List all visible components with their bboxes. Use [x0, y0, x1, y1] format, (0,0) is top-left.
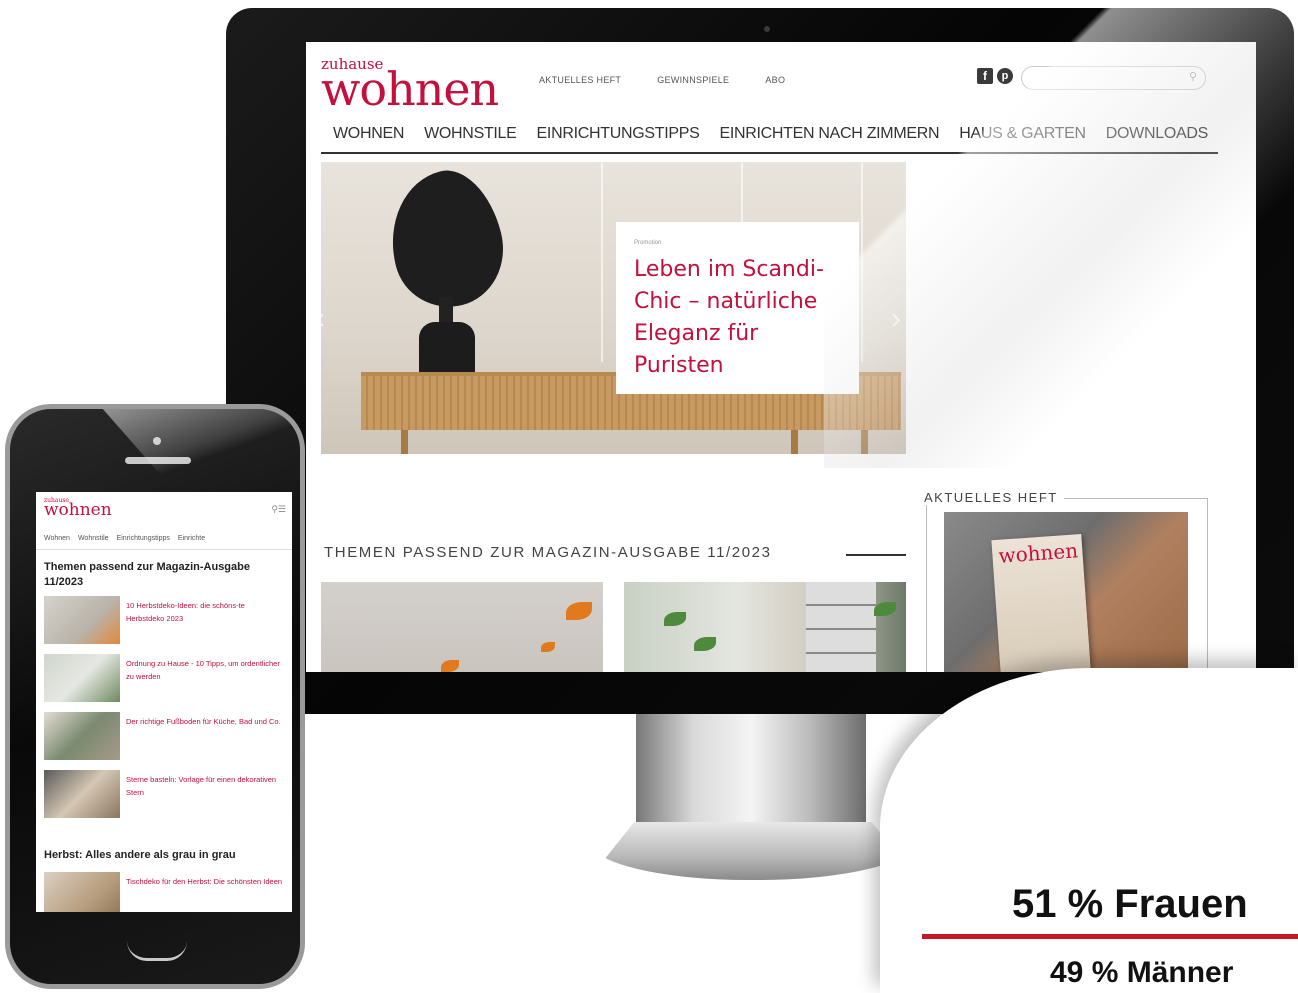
mobile-phone: zuhause wohnen ⚲☰ Wohnen Wohnstile Einri…: [5, 404, 305, 989]
slider-next-icon[interactable]: ›: [891, 302, 901, 336]
social-links: f p: [977, 68, 1013, 84]
pinterest-icon[interactable]: p: [997, 68, 1013, 84]
list-item[interactable]: Der richtige Fußboden für Küche, Bad und…: [44, 712, 284, 764]
sideboard-leg: [401, 430, 408, 454]
wall-panel: [861, 162, 863, 362]
list-item-thumbnail: [44, 712, 120, 760]
wall-panel: [601, 162, 603, 362]
leaf-decoration: [566, 602, 592, 620]
aktuelles-heft-label: AKTUELLES HEFT: [924, 490, 1064, 505]
list-item-thumbnail: [44, 654, 120, 702]
nav-item-wohnstile[interactable]: WOHNSTILE: [424, 120, 517, 152]
monitor-stand: [636, 714, 866, 824]
list-item[interactable]: Sterne basteln: Vorlage für einen dekora…: [44, 770, 284, 822]
list-item[interactable]: Ordnung zu Hause - 10 Tipps, um ordentli…: [44, 654, 284, 706]
article-tile[interactable]: [624, 582, 906, 672]
stats-badge: [880, 668, 1298, 993]
sideboard-leg: [861, 430, 868, 454]
mobile-nav-item-einrichten[interactable]: Einrichte: [178, 530, 205, 549]
mobile-nav: Wohnen Wohnstile Einrichtungstipps Einri…: [36, 530, 292, 550]
leaf-decoration: [541, 642, 555, 652]
top-links: AKTUELLES HEFT GEWINNSPIELE ABO: [539, 75, 785, 85]
sideboard-leg: [791, 430, 798, 454]
list-item[interactable]: Tischdeko für den Herbst: Die schönsten …: [44, 872, 284, 912]
hero-card[interactable]: Promotion Leben im Scandi-Chic – natürli…: [616, 222, 859, 394]
facebook-icon[interactable]: f: [977, 68, 993, 84]
list-item-title[interactable]: Sterne basteln: Vorlage für einen dekora…: [126, 773, 284, 799]
nav-item-einrichten-nach-zimmern[interactable]: EINRICHTEN NACH ZIMMERN: [719, 120, 939, 152]
top-link-abo[interactable]: ABO: [765, 75, 785, 85]
mobile-nav-item-wohnstile[interactable]: Wohnstile: [78, 530, 109, 549]
desktop-screen: zuhause wohnen AKTUELLES HEFT GEWINNSPIE…: [306, 42, 1256, 672]
list-item-title[interactable]: Ordnung zu Hause - 10 Tipps, um ordentli…: [126, 657, 284, 683]
list-item[interactable]: 10 Herbstdeko-Ideen: die schöns-te Herbs…: [44, 596, 284, 648]
camera-dot: [764, 26, 770, 32]
mobile-search-menu-icon[interactable]: ⚲☰: [271, 504, 286, 515]
list-item-title[interactable]: 10 Herbstdeko-Ideen: die schöns-te Herbs…: [126, 599, 284, 625]
article-tile[interactable]: [321, 582, 603, 672]
top-link-aktuelles-heft[interactable]: AKTUELLES HEFT: [539, 75, 621, 85]
list-item-thumbnail: [44, 872, 120, 912]
top-link-gewinnspiele[interactable]: GEWINNSPIELE: [657, 75, 729, 85]
search-input[interactable]: ⚲: [1021, 66, 1206, 90]
search-icon[interactable]: ⚲: [1189, 70, 1197, 83]
nav-item-wohnen[interactable]: WOHNEN: [333, 120, 404, 152]
mobile-screen: zuhause wohnen ⚲☰ Wohnen Wohnstile Einri…: [36, 492, 292, 912]
desktop-monitor: zuhause wohnen AKTUELLES HEFT GEWINNSPIE…: [226, 8, 1294, 714]
plant-decoration: [694, 637, 716, 651]
plant-decoration: [664, 612, 686, 626]
leaf-decoration: [441, 660, 459, 672]
list-item-title[interactable]: Tischdeko für den Herbst: Die schönsten …: [126, 875, 284, 888]
nav-item-downloads[interactable]: DOWNLOADS: [1106, 120, 1209, 152]
slider-prev-icon[interactable]: ‹: [321, 302, 325, 336]
phone-speaker: [125, 457, 191, 464]
hero-kicker: Promotion: [634, 240, 662, 246]
phone-camera: [153, 437, 161, 445]
nav-item-einrichtungstipps[interactable]: EINRICHTUNGSTIPPS: [537, 120, 700, 152]
stat-divider: [922, 934, 1298, 939]
stat-women: 51 % Frauen: [1012, 882, 1248, 926]
mobile-nav-item-einrichtungstipps[interactable]: Einrichtungstipps: [117, 530, 170, 549]
lamp-image: [419, 322, 475, 377]
mobile-section-heading: Herbst: Alles andere als grau in grau: [44, 849, 236, 861]
bookshelf-image: [806, 582, 876, 672]
list-item-thumbnail: [44, 770, 120, 818]
plant-decoration: [874, 602, 896, 616]
lamp-image: [376, 162, 516, 319]
list-item-thumbnail: [44, 596, 120, 644]
cover-logo: wohnen: [997, 538, 1079, 568]
hero-slider[interactable]: ‹ › Promotion Leben im Scandi-Chic – nat…: [321, 162, 906, 454]
phone-home-button: [127, 941, 187, 961]
list-item-title[interactable]: Der richtige Fußboden für Küche, Bad und…: [126, 715, 284, 728]
magazine-cover[interactable]: wohnen: [991, 534, 1091, 672]
monitor-stand-base: [588, 822, 918, 880]
mobile-logo[interactable]: wohnen: [44, 500, 112, 520]
nav-item-haus-garten[interactable]: HAUS & GARTEN: [959, 120, 1086, 152]
mobile-nav-item-wohnen[interactable]: Wohnen: [44, 530, 70, 549]
themen-heading: THEMEN PASSEND ZUR MAGAZIN-AUSGABE 11/20…: [324, 544, 772, 561]
mobile-section-heading: Themen passend zur Magazin-Ausgabe 11/20…: [44, 561, 250, 588]
heading-divider: [846, 554, 906, 556]
hero-title[interactable]: Leben im Scandi-Chic – natürliche Elegan…: [634, 254, 841, 382]
stat-men: 49 % Männer: [1050, 956, 1234, 989]
main-nav: WOHNEN WOHNSTILE EINRICHTUNGSTIPPS EINRI…: [321, 120, 1218, 154]
site-logo[interactable]: wohnen: [321, 62, 499, 116]
